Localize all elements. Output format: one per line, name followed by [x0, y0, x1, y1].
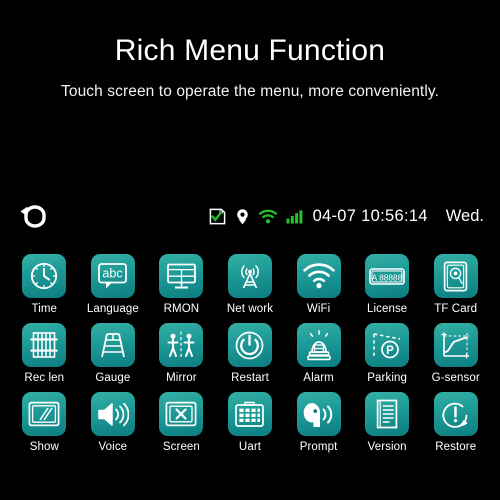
license-plate-text: A 88888 — [372, 272, 403, 282]
menu-item-label: Restart — [231, 372, 269, 384]
menu-item-gauge[interactable]: Gauge — [79, 323, 148, 384]
svg-text:abc: abc — [103, 267, 123, 281]
ruler-gauge-icon — [90, 323, 135, 367]
signal-bars-icon — [286, 209, 304, 224]
menu-item-network[interactable]: Net work — [216, 254, 285, 315]
menu-item-label: Time — [31, 303, 58, 315]
menu-item-label: Show — [29, 441, 59, 453]
back-arrow-icon — [20, 205, 46, 228]
svg-text:P: P — [386, 345, 394, 357]
menu-item-label: License — [366, 303, 408, 315]
menu-item-show[interactable]: Show — [10, 392, 79, 453]
menu-item-alarm[interactable]: Alarm — [284, 323, 353, 384]
status-bar: 04-07 10:56:14 Wed. — [0, 190, 500, 242]
device-screen: 04-07 10:56:14 Wed. Time abc Language RM… — [0, 190, 500, 500]
menu-item-label: Alarm — [303, 372, 334, 384]
monitor-icon — [159, 254, 204, 298]
menu-item-prompt[interactable]: Prompt — [284, 392, 353, 453]
abc-bubble-icon: abc — [90, 254, 135, 298]
gsensor-graph-icon — [433, 323, 478, 367]
menu-item-label: Gauge — [95, 372, 131, 384]
header: Rich Menu Function Touch screen to opera… — [0, 0, 500, 101]
menu-item-time[interactable]: Time — [10, 254, 79, 315]
wifi-icon — [296, 254, 341, 298]
page-title: Rich Menu Function — [114, 34, 386, 67]
menu-grid: Time abc Language RMON Net work WiFi A 8… — [0, 242, 500, 453]
menu-item-language[interactable]: abc Language — [79, 254, 148, 315]
cell-tower-icon — [227, 254, 272, 298]
menu-item-label: G-sensor — [431, 372, 480, 384]
keypad-icon — [227, 392, 272, 436]
restore-warning-icon — [433, 392, 478, 436]
status-icons-group: 04-07 10:56:14 Wed. — [209, 207, 486, 226]
parking-p-icon: P — [365, 323, 410, 367]
screen-off-icon — [159, 392, 204, 436]
page-subtitle: Touch screen to operate the menu, more c… — [61, 83, 439, 100]
menu-item-label: Restore — [435, 441, 477, 453]
menu-item-uart[interactable]: Uart — [216, 392, 285, 453]
menu-item-mirror[interactable]: Mirror — [147, 323, 216, 384]
siren-icon — [296, 323, 341, 367]
mirror-people-icon — [159, 323, 204, 367]
menu-item-rmon[interactable]: RMON — [147, 254, 216, 315]
menu-item-version[interactable]: Version — [353, 392, 422, 453]
menu-item-restore[interactable]: Restore — [421, 392, 490, 453]
menu-item-wifi[interactable]: WiFi — [284, 254, 353, 315]
menu-item-label: TF Card — [434, 303, 478, 315]
screenshot-root: Rich Menu Function Touch screen to opera… — [0, 0, 500, 500]
film-strip-icon — [22, 323, 67, 367]
status-datetime: 04-07 10:56:14 — [312, 206, 428, 225]
menu-item-label: Prompt — [299, 441, 338, 453]
tf-card-icon — [433, 254, 478, 298]
display-show-icon — [22, 392, 67, 436]
back-button[interactable] — [16, 197, 62, 235]
menu-item-parking[interactable]: P Parking — [353, 323, 422, 384]
wifi-icon — [258, 209, 277, 224]
license-plate-icon: A 88888 — [365, 254, 410, 298]
menu-item-rec-len[interactable]: Rec len — [10, 323, 79, 384]
menu-item-label: WiFi — [306, 303, 331, 315]
menu-item-label: Mirror — [166, 372, 197, 384]
menu-item-label: Rec len — [24, 372, 65, 384]
menu-item-license[interactable]: A 88888 License — [353, 254, 422, 315]
menu-item-screen[interactable]: Screen — [147, 392, 216, 453]
document-icon — [365, 392, 410, 436]
menu-item-label: RMON — [163, 303, 200, 315]
menu-item-restart[interactable]: Restart — [216, 323, 285, 384]
speaker-icon — [90, 392, 135, 436]
clock-icon — [22, 254, 67, 298]
sd-card-ok-icon — [209, 208, 226, 225]
menu-item-tf-card[interactable]: TF Card — [421, 254, 490, 315]
menu-item-label: Voice — [98, 441, 128, 453]
menu-item-gsensor[interactable]: G-sensor — [421, 323, 490, 384]
status-weekday: Wed. — [445, 206, 484, 225]
menu-item-voice[interactable]: Voice — [79, 392, 148, 453]
menu-item-label: Version — [367, 441, 407, 453]
power-icon — [227, 323, 272, 367]
menu-item-label: Screen — [162, 441, 200, 453]
gps-pin-icon — [235, 208, 250, 225]
menu-item-label: Uart — [238, 441, 262, 453]
voice-prompt-icon — [296, 392, 341, 436]
menu-item-label: Net work — [226, 303, 274, 315]
menu-item-label: Parking — [367, 372, 407, 384]
menu-item-label: Language — [86, 303, 139, 315]
